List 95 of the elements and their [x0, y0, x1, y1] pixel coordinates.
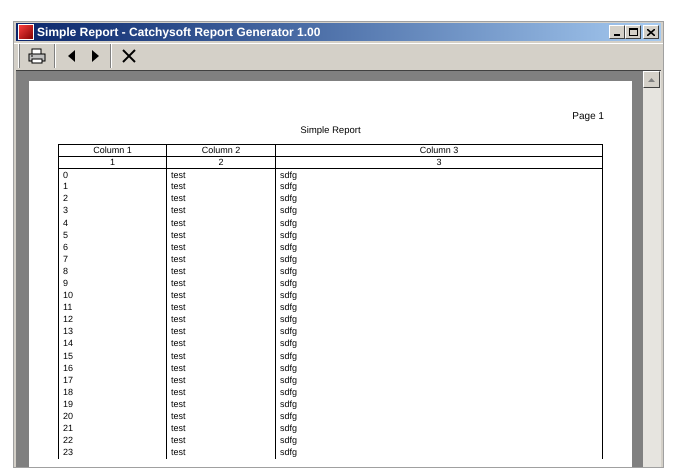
table-cell: sdfg: [276, 435, 602, 448]
table-cell: 14: [58, 338, 166, 351]
column-number: 3: [276, 156, 602, 169]
app-icon: [18, 24, 34, 40]
table-cell: 8: [58, 266, 166, 278]
table-cell: test: [166, 326, 276, 338]
table-cell: sdfg: [276, 266, 602, 278]
table-cell: sdfg: [276, 338, 602, 351]
window-title: Simple Report - Catchysoft Report Generator 1.00: [37, 24, 320, 41]
table-cell: test: [166, 168, 276, 182]
minimize-icon: [614, 34, 620, 36]
table-cell: 20: [58, 411, 166, 424]
table-cell: sdfg: [276, 423, 602, 436]
left-triangle-icon: [68, 50, 74, 62]
table-cell: 7: [58, 254, 166, 266]
maximize-icon: [628, 28, 638, 36]
table-cell: test: [166, 435, 276, 448]
table-cell: sdfg: [276, 302, 602, 314]
table-cell: 6: [58, 242, 166, 254]
table-cell: test: [166, 218, 276, 230]
table-cell: test: [166, 362, 276, 375]
table-cell: test: [166, 338, 276, 351]
table-cell: 2: [58, 193, 166, 206]
table-cell: 18: [58, 386, 166, 399]
maximize-button[interactable]: [625, 25, 641, 39]
table-cell: sdfg: [276, 168, 602, 182]
table-cell: 4: [58, 218, 166, 230]
table-cell: test: [166, 266, 276, 278]
table-cell: 12: [58, 314, 166, 326]
table-cell: test: [166, 290, 276, 302]
table-cell: test: [166, 314, 276, 326]
table-cell: test: [166, 205, 276, 218]
table-cell: test: [166, 398, 276, 412]
scroll-up-button[interactable]: [643, 71, 660, 88]
table-cell: sdfg: [276, 362, 602, 375]
column-number: 1: [58, 156, 166, 169]
minimize-button[interactable]: [609, 25, 625, 39]
right-triangle-icon: [92, 50, 98, 62]
table-cell: 3: [58, 205, 166, 218]
table-cell: sdfg: [276, 193, 602, 206]
table-cell: test: [166, 278, 276, 290]
up-triangle-icon: [648, 78, 655, 82]
table-cell: sdfg: [276, 411, 602, 424]
table-cell: test: [166, 386, 276, 399]
table-cell: test: [166, 411, 276, 424]
close-icon: [122, 49, 136, 63]
table-cell: test: [166, 350, 276, 363]
table-cell: sdfg: [276, 218, 602, 230]
table-cell: 15: [58, 350, 166, 363]
table-cell: sdfg: [276, 242, 602, 254]
table-cell: 16: [58, 362, 166, 375]
vertical-scrollbar[interactable]: [643, 71, 661, 467]
table-cell: sdfg: [276, 254, 602, 266]
table-cell: 5: [58, 230, 166, 242]
table-cell: test: [166, 423, 276, 436]
table-cell: sdfg: [276, 326, 602, 338]
printer-icon: [28, 48, 46, 64]
column-number: 2: [166, 156, 276, 169]
table-cell: sdfg: [276, 350, 602, 363]
table-cell: 19: [58, 398, 166, 412]
table-cell: test: [166, 374, 276, 387]
table-cell: 0: [58, 168, 166, 182]
table-cell: 23: [58, 447, 166, 460]
table-cell: sdfg: [276, 230, 602, 242]
table-cell: test: [166, 447, 276, 460]
table-cell: sdfg: [276, 447, 602, 460]
table-cell: 21: [58, 423, 166, 436]
table-cell: 9: [58, 278, 166, 290]
table-cell: 11: [58, 302, 166, 314]
table-cell: test: [166, 254, 276, 266]
column-header: Column 3: [276, 144, 602, 157]
table-cell: test: [166, 181, 276, 194]
column-header: Column 1: [58, 144, 166, 157]
table-cell: sdfg: [276, 278, 602, 290]
table-cell: sdfg: [276, 181, 602, 194]
table-cell: 13: [58, 326, 166, 338]
table-cell: sdfg: [276, 290, 602, 302]
table-cell: test: [166, 230, 276, 242]
table-cell: 1: [58, 181, 166, 194]
close-button[interactable]: [643, 25, 659, 39]
page-number: Page 1: [572, 110, 604, 124]
close-icon: [647, 28, 655, 36]
table-cell: 17: [58, 374, 166, 387]
table-cell: sdfg: [276, 205, 602, 218]
table-cell: 10: [58, 290, 166, 302]
table-cell: test: [166, 302, 276, 314]
table-cell: sdfg: [276, 398, 602, 412]
column-header: Column 2: [166, 144, 276, 157]
table-cell: sdfg: [276, 314, 602, 326]
table-cell: 22: [58, 435, 166, 448]
table-cell: sdfg: [276, 386, 602, 399]
table-cell: sdfg: [276, 374, 602, 387]
table-cell: test: [166, 193, 276, 206]
table-cell: test: [166, 242, 276, 254]
report-title: Simple Report: [300, 124, 361, 138]
